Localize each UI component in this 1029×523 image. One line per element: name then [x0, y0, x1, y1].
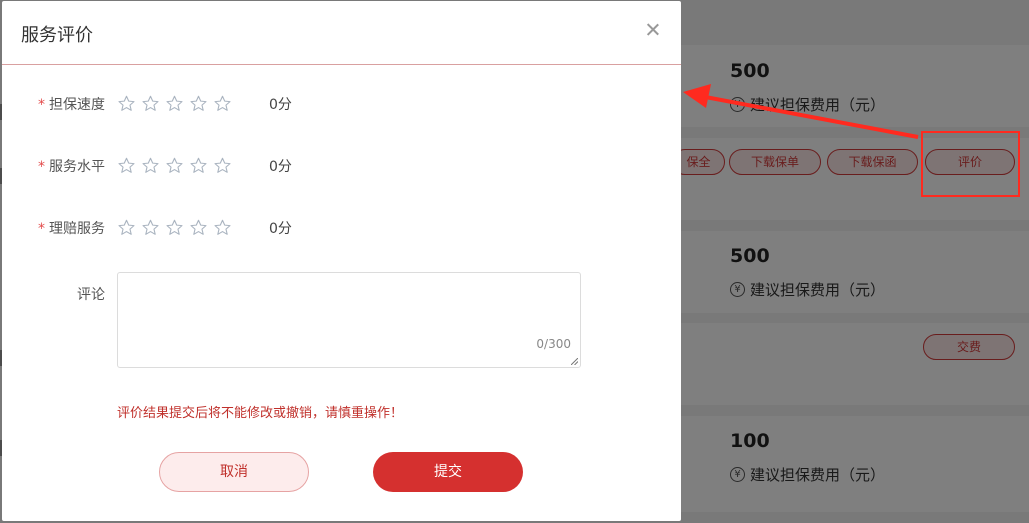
required-mark: * [38, 97, 45, 113]
star-icon[interactable] [166, 95, 183, 112]
star-icon[interactable] [190, 95, 207, 112]
star-rating[interactable] [118, 95, 238, 112]
rating-label: * 服务水平 [2, 155, 105, 179]
rating-score: 0分 [269, 221, 292, 237]
required-mark: * [38, 221, 45, 237]
star-rating[interactable] [118, 157, 238, 174]
comment-counter: 0/300 [536, 337, 571, 351]
rating-label-text: 服务水平 [49, 159, 105, 175]
star-icon[interactable] [166, 157, 183, 174]
star-icon[interactable] [142, 219, 159, 236]
submit-button[interactable]: 提交 [373, 452, 523, 492]
rating-row-service-level: * 服务水平 0分 [2, 155, 681, 179]
star-icon[interactable] [190, 219, 207, 236]
rating-label: * 担保速度 [2, 93, 105, 117]
rating-score: 0分 [269, 159, 292, 175]
cancel-button[interactable]: 取消 [159, 452, 309, 492]
star-rating[interactable] [118, 219, 238, 236]
rating-row-claims: * 理赔服务 0分 [2, 217, 681, 241]
rating-label: * 理赔服务 [2, 217, 105, 241]
star-icon[interactable] [166, 219, 183, 236]
star-icon[interactable] [142, 95, 159, 112]
rating-label-text: 理赔服务 [49, 221, 105, 237]
rating-dialog: 服务评价 * 担保速度 0分 * 服务水平 0分 * 理赔服务 0分 评论 0/300… [2, 1, 681, 521]
required-mark: * [38, 159, 45, 175]
star-icon[interactable] [142, 157, 159, 174]
close-icon[interactable] [645, 22, 661, 38]
rating-label-text: 担保速度 [49, 97, 105, 113]
star-icon[interactable] [118, 219, 135, 236]
annotation-highlight-box [921, 131, 1020, 197]
star-icon[interactable] [118, 95, 135, 112]
rating-score: 0分 [269, 97, 292, 113]
warning-text: 评价结果提交后将不能修改或撤销，请慎重操作！ [117, 406, 404, 421]
star-icon[interactable] [214, 95, 231, 112]
star-icon[interactable] [214, 157, 231, 174]
resize-grip-icon[interactable] [571, 358, 578, 365]
star-icon[interactable] [214, 219, 231, 236]
dialog-header: 服务评价 [2, 1, 681, 65]
comment-box: 0/300 [117, 272, 581, 368]
dialog-title: 服务评价 [21, 25, 93, 46]
star-icon[interactable] [190, 157, 207, 174]
rating-row-speed: * 担保速度 0分 [2, 93, 681, 117]
star-icon[interactable] [118, 157, 135, 174]
comment-label: 评论 [77, 287, 105, 303]
comment-textarea[interactable] [118, 273, 580, 367]
